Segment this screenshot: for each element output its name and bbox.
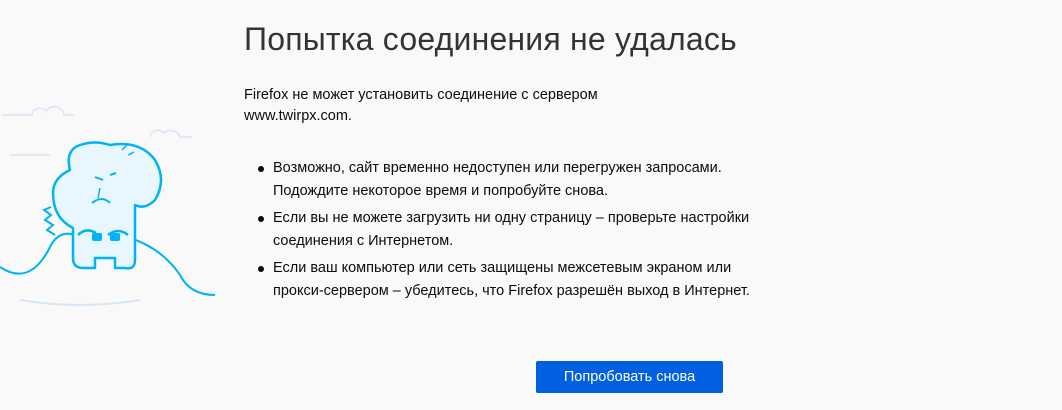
bullet-icon [258, 266, 264, 272]
reasons-list: Возможно, сайт временно недоступен или п… [244, 157, 750, 303]
connection-failure-page: Попытка соединения не удалась Firefox не… [0, 0, 1062, 410]
bullet-icon [258, 216, 264, 222]
unplugged-dinosaur-icon [0, 106, 215, 306]
error-description-host: www.twirpx.com. [244, 108, 352, 124]
reason-text: Возможно, сайт временно недоступен или п… [273, 160, 722, 199]
reason-item: Возможно, сайт временно недоступен или п… [258, 157, 753, 203]
try-again-button[interactable]: Попробовать снова [536, 361, 723, 393]
bullet-icon [258, 166, 264, 172]
reason-item: Если ваш компьютер или сеть защищены меж… [258, 257, 753, 303]
page-title: Попытка соединения не удалась [244, 21, 737, 57]
reason-text: Если вы не можете загрузить ни одну стра… [273, 210, 750, 249]
error-description: Firefox не может установить соединение с… [244, 85, 744, 127]
reason-item: Если вы не можете загрузить ни одну стра… [258, 207, 753, 253]
error-content: Попытка соединения не удалась Firefox не… [244, 18, 750, 307]
error-description-line1: Firefox не может установить соединение с… [244, 87, 598, 103]
reason-text: Если ваш компьютер или сеть защищены меж… [273, 260, 750, 299]
